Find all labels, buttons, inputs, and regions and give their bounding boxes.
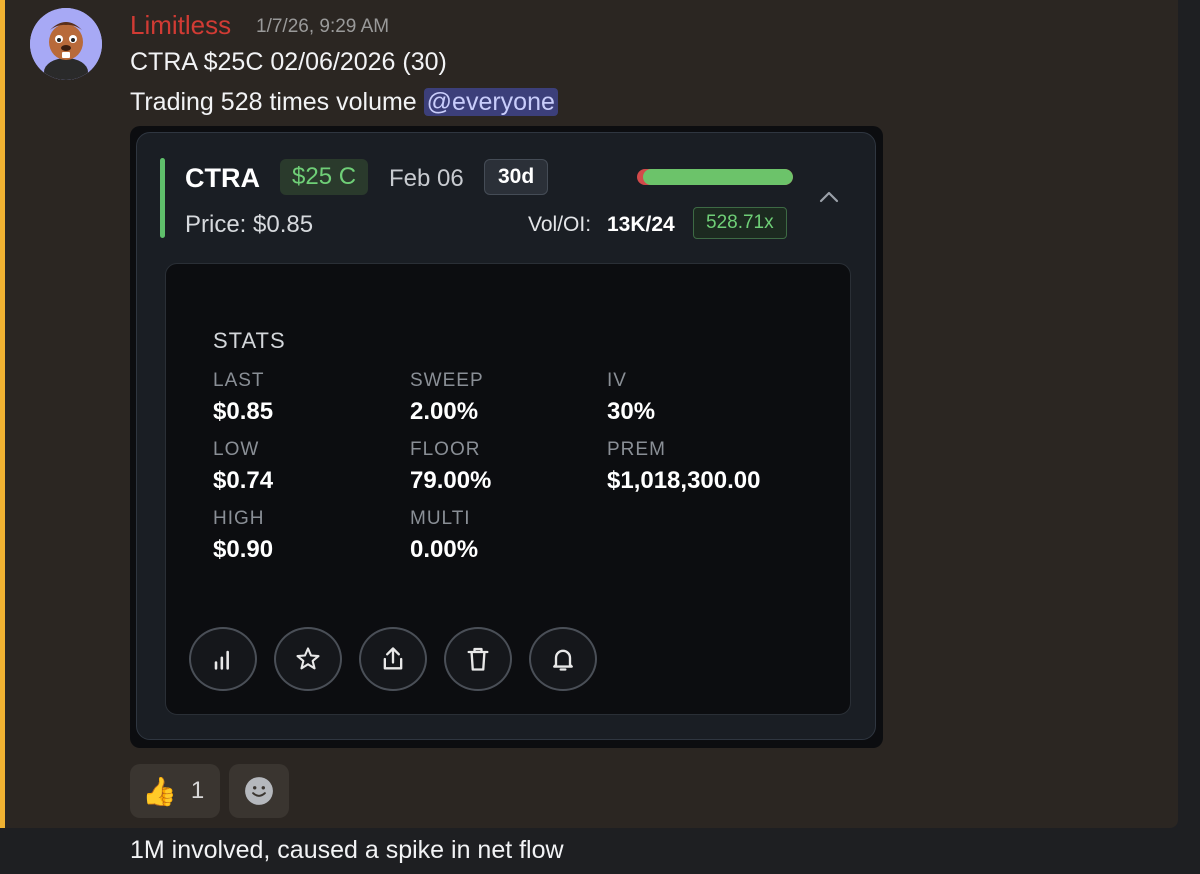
reaction-thumbs-up[interactable]: 👍 1: [130, 764, 220, 818]
ticker-symbol: CTRA: [185, 163, 260, 193]
option-flow-card: CTRA $25 C Feb 06 30d Price: $0.85 Vol/O…: [136, 132, 876, 740]
message-line-2: Trading 528 times volume @everyone: [130, 88, 558, 117]
stat-prem: PREM $1,018,300.00: [607, 439, 760, 495]
stat-label: HIGH: [213, 508, 265, 529]
stats-title: STATS: [213, 328, 286, 353]
stat-multi: MULTI 0.00%: [410, 508, 478, 564]
expiry-date: Feb 06: [389, 165, 464, 192]
sentiment-bar-fill: [643, 169, 793, 185]
voloi-value: 13K/24: [607, 213, 675, 236]
stat-value: $0.74: [213, 467, 274, 494]
stat-value: $0.85: [213, 398, 274, 425]
caption-text: 1M involved, caused a spike in net flow: [130, 836, 564, 864]
stat-label: FLOOR: [410, 439, 481, 460]
star-icon: [296, 647, 320, 670]
delete-button[interactable]: [444, 627, 512, 691]
card-accent-bar: [160, 158, 165, 238]
stat-value: 2.00%: [410, 398, 479, 425]
beaver-avatar-icon: [30, 8, 102, 80]
stat-label: MULTI: [410, 508, 471, 529]
chart-button[interactable]: [189, 627, 257, 691]
chat-message: Limitless 1/7/26, 9:29 AM CTRA $25C 02/0…: [0, 0, 1178, 828]
stat-value: 0.00%: [410, 536, 479, 563]
favorite-button[interactable]: [274, 627, 342, 691]
sentiment-bar: [637, 169, 793, 185]
stat-last: LAST $0.85: [213, 370, 273, 426]
bell-icon: [553, 649, 573, 671]
days-to-expiry-badge: 30d: [484, 159, 549, 195]
stat-value: $0.90: [213, 536, 274, 563]
message-line-1: CTRA $25C 02/06/2026 (30): [130, 48, 447, 76]
voloi-label: Vol/OI:: [528, 213, 592, 236]
stat-value: 79.00%: [410, 467, 492, 494]
stat-label: LAST: [213, 370, 265, 391]
share-icon: [383, 647, 403, 670]
message-line-2-text: Trading 528 times volume: [130, 88, 424, 116]
alert-button[interactable]: [529, 627, 597, 691]
stat-low: LOW $0.74: [213, 439, 273, 495]
stat-high: HIGH $0.90: [213, 508, 273, 564]
stat-value: $1,018,300.00: [607, 467, 761, 494]
add-reaction-button[interactable]: [229, 764, 289, 818]
strike-badge: $25 C: [280, 159, 369, 195]
stat-label: IV: [607, 370, 627, 391]
smiley-icon: [245, 777, 273, 805]
thumbs-up-icon: 👍: [142, 775, 177, 807]
stat-label: LOW: [213, 439, 260, 460]
stat-label: PREM: [607, 439, 666, 460]
stat-value: 30%: [607, 398, 656, 425]
stat-label: SWEEP: [410, 370, 484, 391]
flow-embed: CTRA $25 C Feb 06 30d Price: $0.85 Vol/O…: [130, 126, 883, 748]
timestamp: 1/7/26, 9:29 AM: [256, 16, 390, 37]
mention-highlight-bar: [0, 0, 5, 828]
username[interactable]: Limitless: [130, 10, 231, 41]
stat-sweep: SWEEP 2.00%: [410, 370, 484, 426]
price-text: Price: $0.85: [185, 211, 314, 238]
share-button[interactable]: [359, 627, 427, 691]
stats-panel: STATS LAST $0.85 SWEEP 2.00% IV 30% LOW …: [165, 263, 851, 715]
mention-everyone[interactable]: @everyone: [423, 88, 558, 116]
stat-iv: IV 30%: [607, 370, 655, 426]
stat-floor: FLOOR 79.00%: [410, 439, 491, 495]
reaction-count: 1: [190, 777, 205, 804]
chevron-up-icon[interactable]: [817, 185, 841, 209]
avatar[interactable]: [30, 8, 102, 80]
trash-icon: [467, 647, 489, 671]
volume-ratio-badge: 528.71x: [693, 207, 787, 239]
chart-icon: [214, 650, 229, 670]
